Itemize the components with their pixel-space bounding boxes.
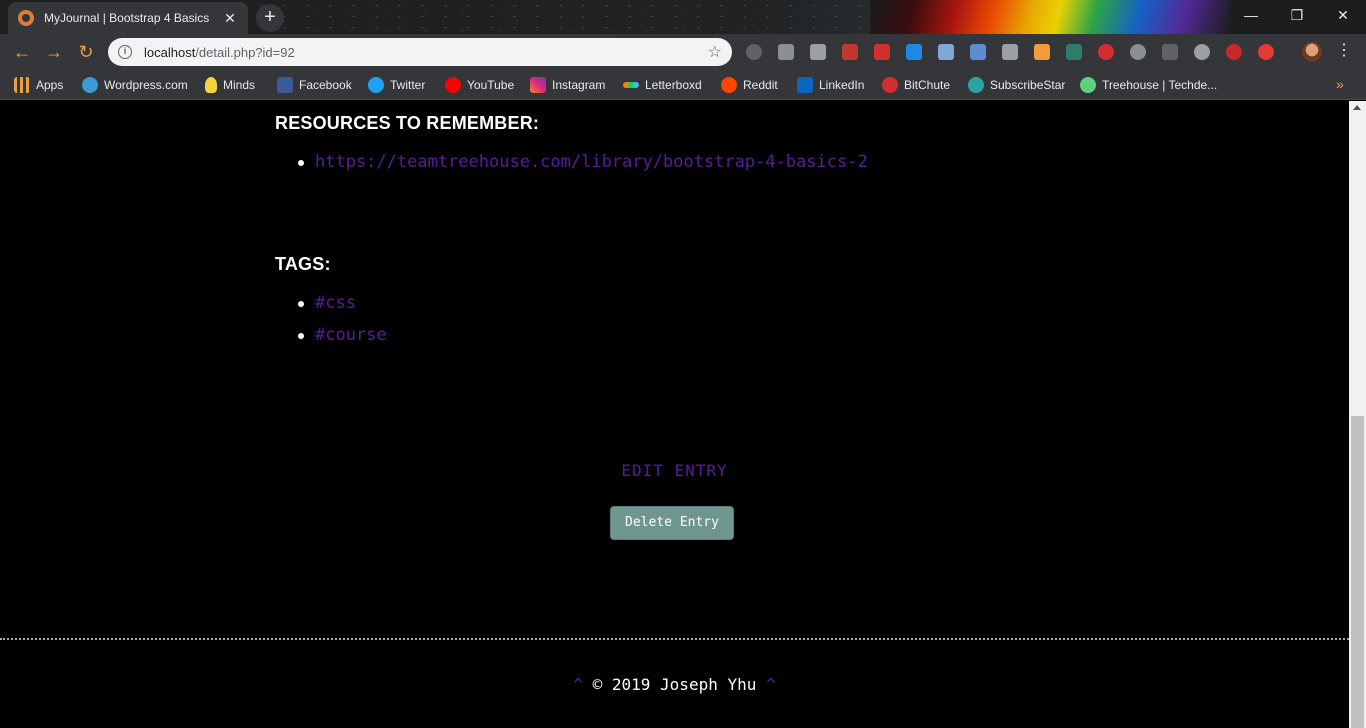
extension-css-icon[interactable] bbox=[810, 44, 826, 60]
footer-copyright: © 2019 Joseph Yhu bbox=[592, 675, 757, 694]
titlebar-theme-stars bbox=[250, 0, 870, 34]
vertical-scrollbar[interactable] bbox=[1349, 101, 1366, 728]
browser-title-bar: MyJournal | Bootstrap 4 Basics ✕ + — ❐ ✕ bbox=[0, 0, 1366, 34]
browser-toolbar: ← → ↻ i localhost/detail.php?id=92 ☆ ⋮ bbox=[0, 34, 1366, 70]
bookmarks-overflow-icon[interactable]: » bbox=[1336, 76, 1344, 92]
back-to-top-caret-left[interactable]: ^ bbox=[573, 675, 583, 694]
bitchute-icon bbox=[882, 77, 898, 93]
new-tab-button[interactable]: + bbox=[256, 4, 284, 32]
bookmark-minds[interactable]: Minds bbox=[205, 76, 255, 94]
close-window-button[interactable]: ✕ bbox=[1320, 0, 1366, 30]
linkedin-icon bbox=[797, 77, 813, 93]
bookmark-star-icon[interactable]: ☆ bbox=[708, 42, 722, 62]
bookmark-wordpress[interactable]: Wordpress.com bbox=[82, 76, 188, 94]
extension-icon[interactable] bbox=[746, 44, 762, 60]
extension-wrench-icon[interactable] bbox=[1002, 44, 1018, 60]
extension-fox-icon[interactable] bbox=[1034, 44, 1050, 60]
list-item: #css bbox=[298, 292, 387, 324]
treehouse-icon bbox=[1080, 77, 1096, 93]
browser-tab-active[interactable]: MyJournal | Bootstrap 4 Basics ✕ bbox=[8, 2, 248, 34]
back-arrow-icon[interactable]: ← bbox=[10, 40, 34, 64]
bookmark-letterboxd[interactable]: Letterboxd bbox=[623, 76, 702, 94]
list-item: #course bbox=[298, 324, 387, 356]
tag-link-course[interactable]: #course bbox=[315, 325, 387, 345]
extension-adblock-icon[interactable] bbox=[1098, 44, 1114, 60]
extension-calendar-icon[interactable] bbox=[874, 44, 890, 60]
facebook-icon bbox=[277, 77, 293, 93]
profile-avatar[interactable] bbox=[1302, 42, 1322, 62]
extension-window-icon[interactable] bbox=[938, 44, 954, 60]
extension-shield-icon[interactable] bbox=[778, 44, 794, 60]
youtube-icon bbox=[445, 77, 461, 93]
footer-divider bbox=[0, 638, 1349, 640]
bookmark-reddit[interactable]: Reddit bbox=[721, 76, 778, 94]
bookmark-apps[interactable]: Apps bbox=[14, 76, 63, 94]
footer: ^ © 2019 Joseph Yhu ^ bbox=[0, 675, 1349, 694]
scroll-up-arrow-icon[interactable] bbox=[1353, 105, 1361, 110]
resources-heading: RESOURCES TO REMEMBER: bbox=[275, 113, 540, 133]
list-item: https://teamtreehouse.com/library/bootst… bbox=[298, 151, 868, 183]
tag-link-css[interactable]: #css bbox=[315, 293, 356, 313]
letterboxd-icon bbox=[623, 82, 639, 88]
favicon-icon bbox=[18, 10, 34, 26]
extension-pdf-icon[interactable] bbox=[842, 44, 858, 60]
tab-close-icon[interactable]: ✕ bbox=[222, 10, 238, 27]
resource-link[interactable]: https://teamtreehouse.com/library/bootst… bbox=[315, 152, 868, 172]
extension-ghost-icon[interactable] bbox=[1226, 44, 1242, 60]
site-info-icon[interactable]: i bbox=[118, 45, 132, 59]
reddit-icon bbox=[721, 77, 737, 93]
instagram-icon bbox=[530, 77, 546, 93]
extension-grid-icon[interactable] bbox=[970, 44, 986, 60]
bookmark-youtube[interactable]: YouTube bbox=[445, 76, 514, 94]
bookmarks-bar: Apps Wordpress.com Minds Facebook Twitte… bbox=[0, 70, 1366, 100]
bookmark-linkedin[interactable]: LinkedIn bbox=[797, 76, 864, 94]
bookmark-instagram[interactable]: Instagram bbox=[530, 76, 605, 94]
extension-glasses-icon[interactable] bbox=[1162, 44, 1178, 60]
extension-stylus-icon[interactable] bbox=[1066, 44, 1082, 60]
minds-lightbulb-icon bbox=[205, 77, 217, 93]
apps-grid-icon bbox=[14, 77, 30, 93]
tags-heading: TAGS: bbox=[275, 254, 331, 274]
bookmark-treehouse[interactable]: Treehouse | Techde... bbox=[1080, 76, 1217, 94]
bookmark-subscribestar[interactable]: SubscribeStar bbox=[968, 76, 1065, 94]
restore-button[interactable]: ❐ bbox=[1274, 0, 1320, 30]
minimize-button[interactable]: — bbox=[1228, 0, 1274, 30]
extension-infinity-icon[interactable] bbox=[1258, 44, 1274, 60]
extension-m-icon[interactable] bbox=[1130, 44, 1146, 60]
tab-title: MyJournal | Bootstrap 4 Basics bbox=[44, 11, 210, 25]
tags-list: #css #course bbox=[298, 292, 387, 356]
edit-entry-link[interactable]: EDIT ENTRY bbox=[0, 461, 1349, 480]
address-bar[interactable]: i localhost/detail.php?id=92 ☆ bbox=[108, 38, 732, 66]
extension-bubble-icon[interactable] bbox=[1194, 44, 1210, 60]
resources-list: https://teamtreehouse.com/library/bootst… bbox=[298, 151, 868, 183]
bookmark-twitter[interactable]: Twitter bbox=[368, 76, 425, 94]
wordpress-icon bbox=[82, 77, 98, 93]
subscribestar-icon bbox=[968, 77, 984, 93]
back-to-top-caret-right[interactable]: ^ bbox=[766, 675, 776, 694]
extension-s-icon[interactable] bbox=[906, 44, 922, 60]
bookmark-facebook[interactable]: Facebook bbox=[277, 76, 352, 94]
scrollbar-thumb[interactable] bbox=[1351, 416, 1364, 728]
reload-icon[interactable]: ↻ bbox=[74, 40, 98, 64]
page-viewport: RESOURCES TO REMEMBER: https://teamtreeh… bbox=[0, 101, 1349, 728]
titlebar-theme-rainbow bbox=[870, 0, 1230, 34]
bookmark-bitchute[interactable]: BitChute bbox=[882, 76, 950, 94]
delete-entry-button[interactable]: Delete Entry bbox=[610, 506, 734, 540]
url-text[interactable]: localhost/detail.php?id=92 bbox=[144, 45, 708, 60]
browser-menu-icon[interactable]: ⋮ bbox=[1336, 41, 1352, 61]
forward-arrow-icon[interactable]: → bbox=[42, 40, 66, 64]
twitter-icon bbox=[368, 77, 384, 93]
